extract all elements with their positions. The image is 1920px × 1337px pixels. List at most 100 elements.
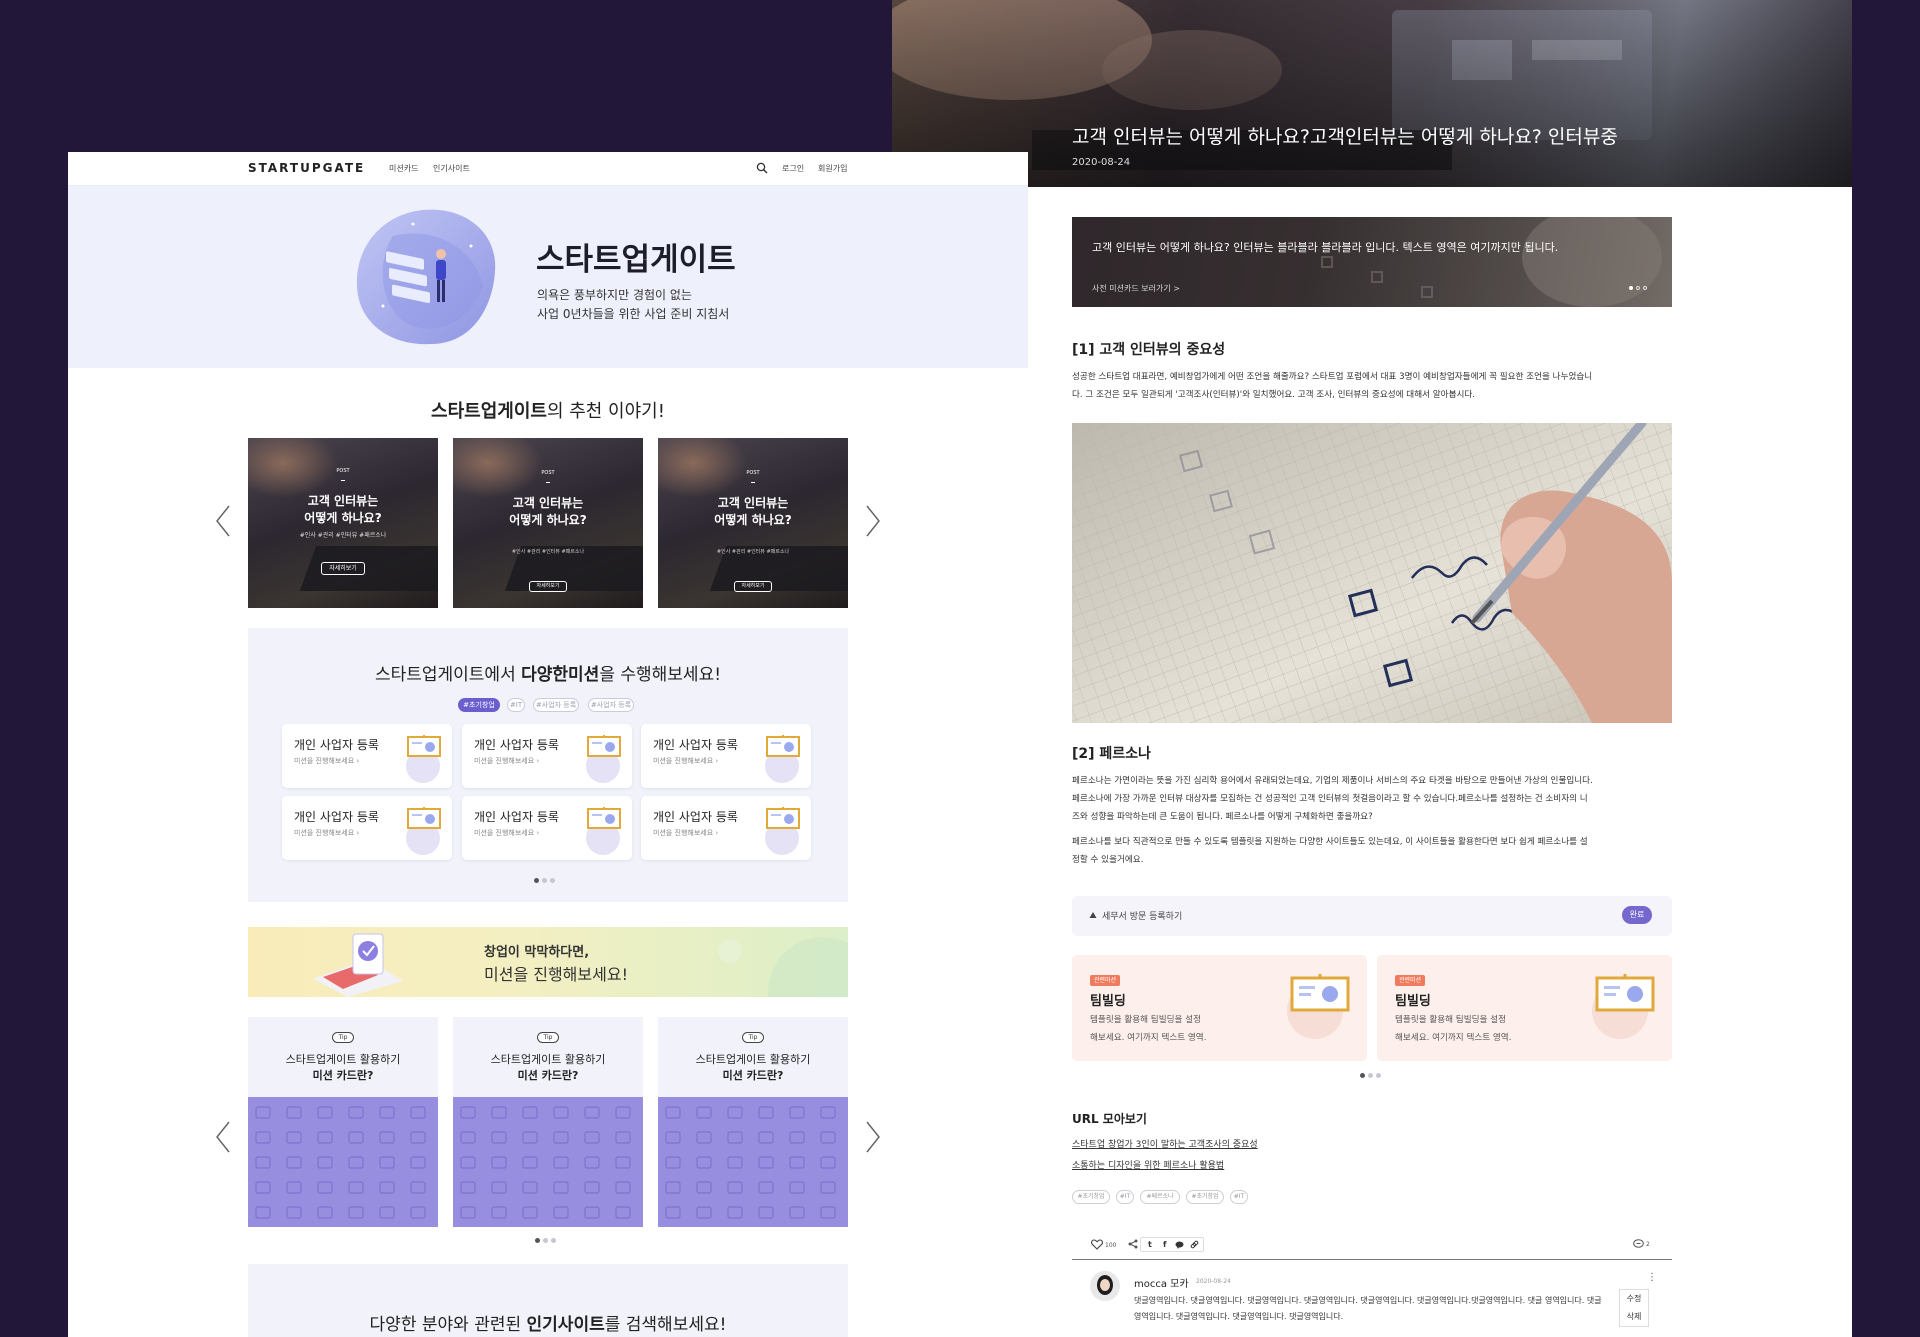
comment-date: 2020-08-24	[1196, 1278, 1231, 1285]
presentation-board-icon	[766, 735, 800, 757]
mission-title: 스타트업게이트에서 다양한미션을 수행해보세요!	[374, 665, 722, 685]
banner-link[interactable]: 사전 미션카드 보러가기 >	[1092, 283, 1180, 294]
mission-card[interactable]: 개인 사업자 등록 미션을 진행해보세요 ›	[282, 724, 452, 788]
post-card[interactable]: POST 고객 인터뷰는 어떻게 하나요? #인사 #관리 #인터뷰 #패르소나…	[248, 438, 438, 608]
hashtag[interactable]: #IT	[1116, 1190, 1134, 1204]
url-link[interactable]: 소통하는 디자인을 위한 페르소나 활용법	[1072, 1158, 1224, 1171]
post-card[interactable]: POST 고객 인터뷰는 어떻게 하나요? #인사 #관리 #인터뷰 #패르소나…	[453, 438, 643, 608]
presentation-board-icon	[587, 807, 621, 829]
site-logo[interactable]: STARTUPGATE	[248, 161, 365, 175]
comment-count: 2	[1646, 1241, 1650, 1248]
tips-next-arrow-icon[interactable]	[864, 1120, 882, 1154]
icon-pattern	[658, 1097, 848, 1227]
link-icon[interactable]	[1190, 1240, 1199, 1249]
section-paragraph: 성공한 스타트업 대표라면, 예비창업가에게 어떤 조언을 해줄까요? 스타트업…	[1072, 372, 1593, 400]
hero-subtitle-line2: 사업 0년차들을 위한 사업 준비 지침서	[537, 307, 730, 321]
comment-author: mocca 모카	[1134, 1279, 1189, 1290]
carousel-next-arrow-icon[interactable]	[864, 504, 882, 538]
related-mission-card[interactable]: 관련미션 팀빌딩 템플릿을 활용해 팀빌딩을 설정 해보세요. 여기까지 텍스트 …	[1377, 955, 1672, 1061]
complete-badge[interactable]: 완료	[1622, 906, 1652, 924]
article-panel: 고객 인터뷰는 어떻게 하나요? 인터뷰는 블라블라 블라블라 입니다. 텍스트…	[1028, 187, 1852, 1337]
signup-link[interactable]: 회원가입	[818, 163, 847, 174]
nav-link-popular-sites[interactable]: 인기사이트	[433, 163, 470, 174]
tip-card[interactable]: Tip 스타트업게이트 활용하기 미션 카드란?	[658, 1017, 848, 1227]
checklist-photo	[1072, 423, 1672, 723]
section-paragraph: 페르소나를 보다 직관적으로 만들 수 있도록 템플릿을 지원하는 다양한 사이…	[1072, 837, 1588, 865]
presentation-board-icon	[407, 735, 441, 757]
mission-tag-business-registration[interactable]: #사업자 등록	[588, 698, 634, 712]
icon-pattern	[453, 1097, 643, 1227]
tips-carousel-dots[interactable]	[535, 1238, 556, 1243]
carousel-prev-arrow-icon[interactable]	[214, 504, 232, 538]
comment-icon[interactable]	[1633, 1239, 1644, 1249]
hero-illustration	[356, 209, 496, 345]
avatar	[1090, 1271, 1120, 1301]
top-nav: STARTUPGATE 미션카드 인기사이트 로그인 회원가입	[68, 152, 1028, 186]
related-carousel-dots[interactable]	[1360, 1073, 1381, 1078]
hashtag[interactable]: #초기창업	[1186, 1190, 1224, 1204]
presentation-board-icon	[407, 807, 441, 829]
mission-tag-business-registration[interactable]: #사업자 등록	[533, 698, 579, 712]
article-title: 고객 인터뷰는 어떻게 하나요?고객인터뷰는 어떻게 하나요? 인터뷰중	[1072, 126, 1618, 148]
facebook-icon[interactable]: f	[1163, 1240, 1166, 1249]
mission-card[interactable]: 개인 사업자 등록 미션을 진행해보세요 ›	[462, 796, 632, 860]
chat-bubble-icon[interactable]	[1175, 1241, 1184, 1249]
mission-tag-startup[interactable]: #초기창업	[458, 698, 500, 712]
presentation-board-icon	[766, 807, 800, 829]
login-link[interactable]: 로그인	[782, 163, 804, 174]
hero-section: 스타트업게이트 의욕은 풍부하지만 경험이 없는 사업 0년차들을 위한 사업 …	[68, 186, 1028, 368]
banner-line1: 창업이 막막하다면,	[484, 945, 590, 960]
edit-button[interactable]: 수정	[1620, 1293, 1648, 1304]
section-title-persona: [2] 페르소나	[1072, 746, 1151, 762]
mission-section: 스타트업게이트에서 다양한미션을 수행해보세요! #초기창업 #IT #사업자 …	[248, 628, 848, 902]
mission-card[interactable]: 개인 사업자 등록 미션을 진행해보세요 ›	[282, 796, 452, 860]
triangle-up-icon	[1089, 912, 1097, 918]
article-date: 2020-08-24	[1072, 157, 1131, 168]
presentation-board-icon	[587, 735, 621, 757]
tip-card[interactable]: Tip 스타트업게이트 활용하기 미션 카드란?	[453, 1017, 643, 1227]
mission-card-banner[interactable]: 고객 인터뷰는 어떻게 하나요? 인터뷰는 블라블라 블라블라 입니다. 텍스트…	[1072, 217, 1672, 307]
hashtag[interactable]: #페르소나	[1140, 1190, 1180, 1204]
banner-line2: 미션을 진행해보세요!	[484, 965, 628, 984]
article-hero: 고객 인터뷰는 어떻게 하나요?고객인터뷰는 어떻게 하나요? 인터뷰중 202…	[892, 0, 1852, 187]
search-icon[interactable]	[756, 162, 768, 174]
checklist-laptop-illustration	[313, 933, 403, 997]
post-card[interactable]: POST 고객 인터뷰는 어떻게 하나요? #인사 #관리 #인터뷰 #패르소나…	[658, 438, 848, 608]
hero-title: 스타트업게이트	[536, 242, 736, 278]
hashtag[interactable]: #초기창업	[1072, 1190, 1110, 1204]
section-title-interview: [1] 고객 인터뷰의 중요성	[1072, 342, 1226, 358]
hero-subtitle-line1: 의욕은 풍부하지만 경험이 없는	[537, 288, 692, 302]
mission-card[interactable]: 개인 사업자 등록 미션을 진행해보세요 ›	[641, 724, 811, 788]
related-mission-card[interactable]: 관련미션 팀빌딩 템플릿을 활용해 팀빌딩을 설정 해보세요. 여기까지 텍스트 …	[1072, 955, 1367, 1061]
tips-prev-arrow-icon[interactable]	[214, 1120, 232, 1154]
mission-carousel-dots[interactable]	[534, 878, 555, 883]
banner-dots[interactable]	[1629, 286, 1647, 290]
presentation-board-icon	[1595, 974, 1655, 1012]
heart-icon[interactable]	[1091, 1239, 1103, 1250]
detail-button[interactable]: 자세히보기	[529, 581, 567, 592]
popular-sites-title: 다양한 분야와 관련된 인기사이트를 검색해보세요!	[369, 1315, 727, 1335]
url-section-title: URL 모아보기	[1072, 1112, 1147, 1126]
hashtag[interactable]: #IT	[1230, 1190, 1248, 1204]
tip-card[interactable]: Tip 스타트업게이트 활용하기 미션 카드란?	[248, 1017, 438, 1227]
popular-sites-section: 다양한 분야와 관련된 인기사이트를 검색해보세요!	[248, 1264, 848, 1337]
divider	[1072, 1259, 1672, 1260]
mission-promo-banner[interactable]: 창업이 막막하다면, 미션을 진행해보세요!	[248, 927, 848, 997]
detail-button[interactable]: 자세히보기	[321, 562, 365, 575]
delete-button[interactable]: 삭제	[1620, 1311, 1648, 1322]
url-link[interactable]: 스타트업 창업가 3인이 말하는 고객조사의 중요성	[1072, 1137, 1258, 1150]
mission-card[interactable]: 개인 사업자 등록 미션을 진행해보세요 ›	[641, 796, 811, 860]
detail-button[interactable]: 자세히보기	[734, 581, 772, 592]
main-page-panel: STARTUPGATE 미션카드 인기사이트 로그인 회원가입 스타트업게이트 …	[68, 152, 1028, 1337]
section-paragraph: 페르소나는 가면이라는 뜻을 가진 심리학 용어에서 유래되었는데요, 기업의 …	[1072, 776, 1593, 822]
mission-accordion[interactable]: 세무서 방문 등록하기 완료	[1072, 896, 1672, 936]
mission-tag-it[interactable]: #IT	[507, 698, 525, 712]
comment-text: 댓글영역입니다. 댓글영역입니다. 댓글영역입니다. 댓글영역입니다. 댓글영역…	[1134, 1296, 1602, 1321]
banner-text: 고객 인터뷰는 어떻게 하나요? 인터뷰는 블라블라 블라블라 입니다. 텍스트…	[1092, 241, 1559, 254]
more-options-icon[interactable]: ⋮	[1647, 1272, 1657, 1283]
mission-card[interactable]: 개인 사업자 등록 미션을 진행해보세요 ›	[462, 724, 632, 788]
comment-menu: 수정 삭제	[1619, 1289, 1649, 1327]
share-icon[interactable]	[1128, 1239, 1138, 1249]
twitter-icon[interactable]: t	[1148, 1240, 1152, 1249]
nav-link-mission-card[interactable]: 미션카드	[389, 163, 418, 174]
